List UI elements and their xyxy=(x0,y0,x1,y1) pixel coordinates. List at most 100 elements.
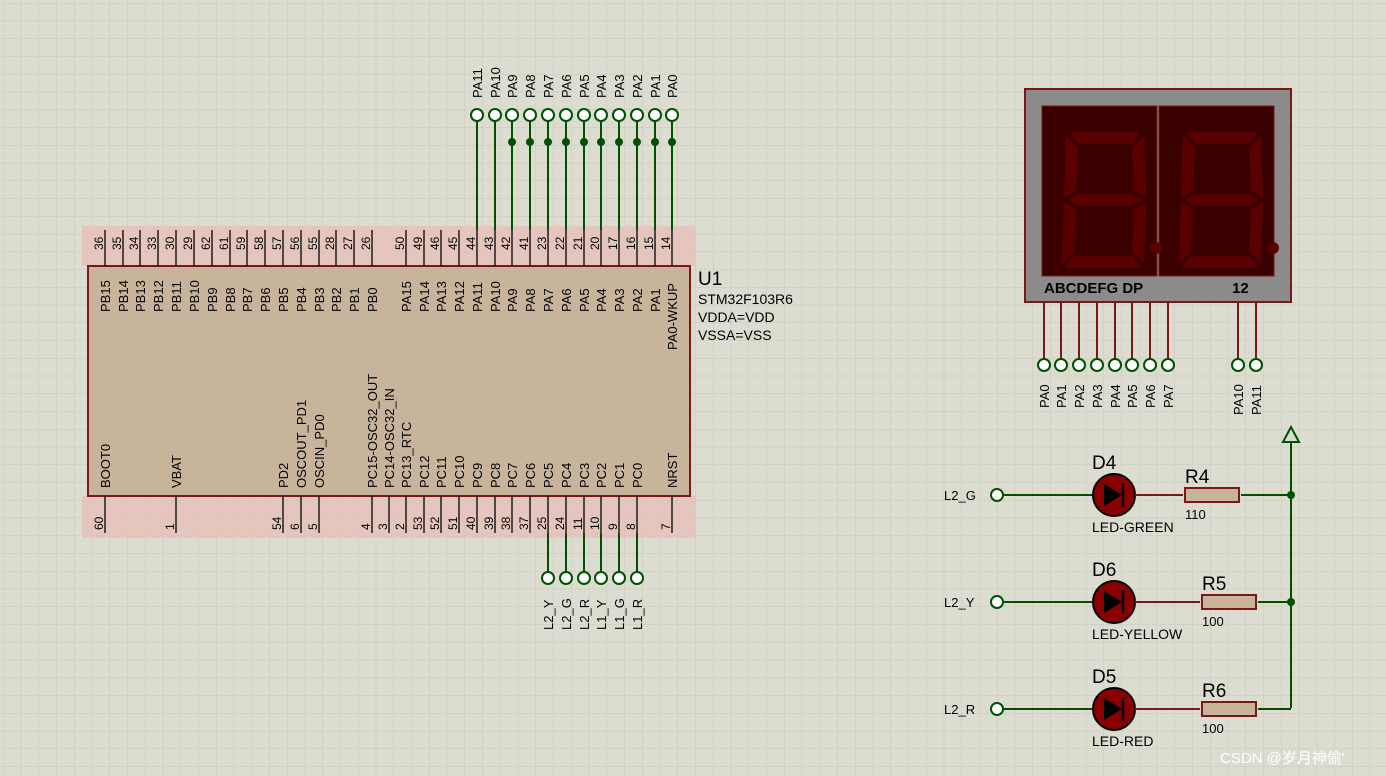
pin-label: PD2 xyxy=(276,463,291,488)
terminal-icon[interactable] xyxy=(559,571,573,585)
pin-label: PC11 xyxy=(434,456,449,488)
terminal-icon[interactable] xyxy=(1143,358,1157,372)
terminal-icon[interactable] xyxy=(594,108,608,122)
terminal-icon[interactable] xyxy=(523,108,537,122)
pin-label: PA3 xyxy=(612,288,627,312)
pin-number: 2 xyxy=(393,523,407,530)
pin-label: PA11 xyxy=(470,282,485,312)
mcu-prop-vssa: VSSA=VSS xyxy=(698,327,772,343)
pin-number: 55 xyxy=(306,236,320,250)
pin-number: 17 xyxy=(606,236,620,250)
pin-number: 36 xyxy=(92,236,106,250)
terminal-icon[interactable] xyxy=(1249,358,1263,372)
terminal-icon[interactable] xyxy=(612,108,626,122)
pin-label: PB15 xyxy=(98,280,113,312)
resistor-icon[interactable] xyxy=(1201,594,1257,610)
resistor-icon[interactable] xyxy=(1184,487,1240,503)
junction-icon xyxy=(597,138,605,146)
pin-number: 60 xyxy=(92,516,106,530)
terminal-icon[interactable] xyxy=(1161,358,1175,372)
net-label: PA0 xyxy=(665,74,680,98)
pin-label: PC14-OSC32_IN xyxy=(382,388,397,488)
terminal-icon[interactable] xyxy=(577,108,591,122)
pin-label: PC0 xyxy=(630,463,645,488)
pin-number: 5 xyxy=(306,523,320,530)
terminal-icon[interactable] xyxy=(630,571,644,585)
terminal-icon[interactable] xyxy=(1231,358,1245,372)
pin-number: 38 xyxy=(499,516,513,530)
terminal-icon[interactable] xyxy=(1037,358,1051,372)
terminal-icon[interactable] xyxy=(1072,358,1086,372)
terminal-icon[interactable] xyxy=(630,108,644,122)
net-label: PA10 xyxy=(1231,384,1246,415)
mcu-prop-vdda: VDDA=VDD xyxy=(698,309,775,325)
terminal-icon[interactable] xyxy=(488,108,502,122)
pin-label: PA10 xyxy=(488,281,503,312)
pin-number: 42 xyxy=(499,236,513,250)
resistor-icon[interactable] xyxy=(1201,701,1257,717)
pin-label: PB7 xyxy=(240,287,255,312)
pin-label: PC8 xyxy=(488,463,503,488)
pin-number: 58 xyxy=(252,236,266,250)
pin-label: PC15-OSC32_OUT xyxy=(365,374,380,488)
pin-label: PA4 xyxy=(594,288,609,312)
pin-number: 46 xyxy=(428,236,442,250)
pin-label: PC9 xyxy=(470,463,485,488)
terminal-icon[interactable] xyxy=(1108,358,1122,372)
net-label: PA4 xyxy=(1108,384,1123,408)
pin-number: 62 xyxy=(199,236,213,250)
terminal-icon[interactable] xyxy=(594,571,608,585)
led-ref: D6 xyxy=(1092,560,1116,581)
net-label: PA1 xyxy=(1054,384,1069,408)
pin-number: 27 xyxy=(341,236,355,250)
terminal-icon[interactable] xyxy=(990,702,1004,716)
schematic-canvas: 36PB1535PB1434PB1333PB1230PB1129PB1062PB… xyxy=(0,0,1386,776)
pin-label: PB3 xyxy=(312,287,327,312)
pin-label: PB12 xyxy=(151,280,166,312)
net-label: PA10 xyxy=(488,67,503,98)
junction-icon xyxy=(668,138,676,146)
terminal-icon[interactable] xyxy=(648,108,662,122)
pin-number: 10 xyxy=(588,516,602,530)
net-label: PA0 xyxy=(1037,384,1052,408)
terminal-icon[interactable] xyxy=(1054,358,1068,372)
net-label: PA1 xyxy=(648,74,663,98)
display-digit-label: 12 xyxy=(1232,280,1249,297)
mcu-ref: U1 xyxy=(698,269,722,290)
pin-number: 3 xyxy=(376,523,390,530)
pin-label: PB5 xyxy=(276,287,291,312)
pin-number: 40 xyxy=(464,516,478,530)
terminal-icon[interactable] xyxy=(665,108,679,122)
pin-number: 22 xyxy=(553,236,567,250)
mcu-u1[interactable]: 36PB1535PB1434PB1333PB1230PB1129PB1062PB… xyxy=(82,226,793,538)
junction-icon xyxy=(651,138,659,146)
terminal-icon[interactable] xyxy=(470,108,484,122)
terminal-icon[interactable] xyxy=(612,571,626,585)
resistor-value: 100 xyxy=(1202,614,1224,629)
pin-label: PA5 xyxy=(577,288,592,312)
pin-number: 26 xyxy=(359,236,373,250)
terminal-icon[interactable] xyxy=(577,571,591,585)
segment-d xyxy=(1064,256,1142,268)
pin-number: 24 xyxy=(553,516,567,530)
pin-number: 52 xyxy=(428,516,442,530)
pin-label: NRST xyxy=(665,453,680,488)
terminal-icon[interactable] xyxy=(990,488,1004,502)
pin-label: PC10 xyxy=(452,455,467,488)
terminal-icon[interactable] xyxy=(541,571,555,585)
terminal-icon[interactable] xyxy=(990,595,1004,609)
net-label: PA7 xyxy=(541,74,556,98)
terminal-icon[interactable] xyxy=(505,108,519,122)
pin-label: PB2 xyxy=(329,287,344,312)
pin-number: 14 xyxy=(659,236,673,250)
pin-label: OSCIN_PD0 xyxy=(312,414,327,488)
terminal-icon[interactable] xyxy=(541,108,555,122)
net-label: L1_Y xyxy=(594,599,609,630)
terminal-icon[interactable] xyxy=(1125,358,1139,372)
pin-label: PA2 xyxy=(630,288,645,312)
pin-label: PA12 xyxy=(452,281,467,312)
terminal-icon[interactable] xyxy=(559,108,573,122)
pin-number: 16 xyxy=(624,236,638,250)
terminal-icon[interactable] xyxy=(1090,358,1104,372)
net-label: L2_R xyxy=(577,599,592,630)
